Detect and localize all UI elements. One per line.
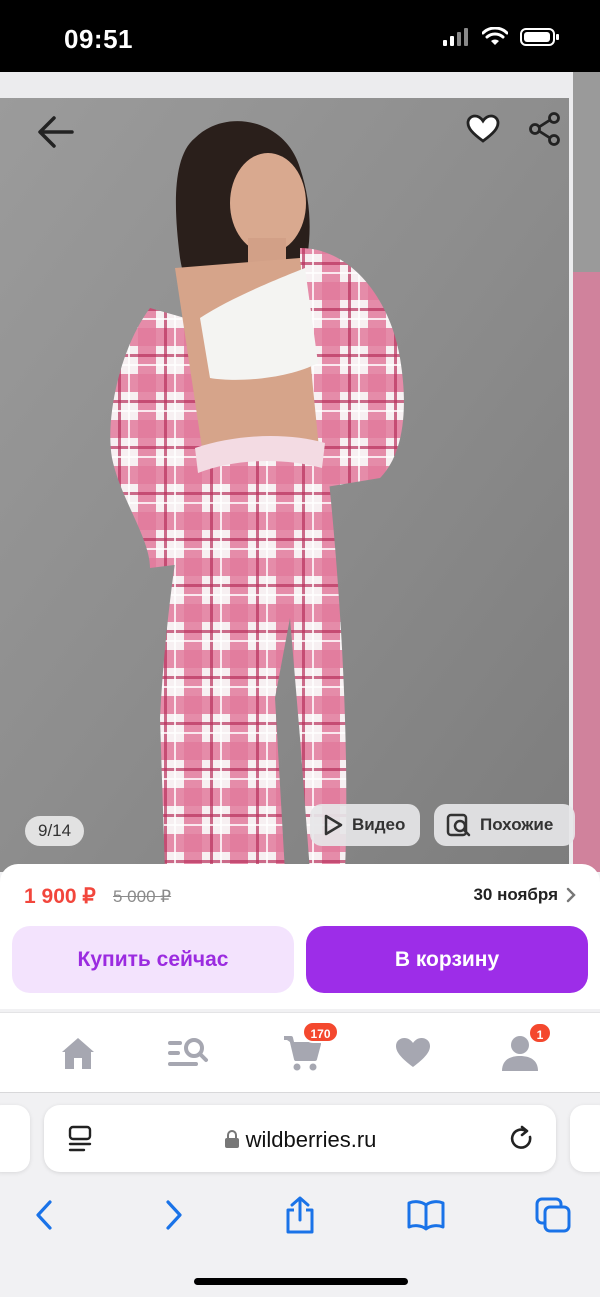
status-time: 09:51 xyxy=(64,24,133,54)
tabs-icon xyxy=(535,1197,571,1233)
product-photo[interactable] xyxy=(0,98,569,872)
photo-counter: 9/14 xyxy=(25,816,85,846)
chevron-left-icon xyxy=(36,1200,52,1230)
home-indicator[interactable] xyxy=(194,1278,408,1285)
purchase-panel: 1 900 ₽ 5 000 ₽ 30 ноября Купить сейчас … xyxy=(0,864,600,1009)
old-price: 5 000 ₽ xyxy=(113,887,172,906)
cart-badge: 170 xyxy=(302,1021,339,1043)
buy-now-button[interactable]: Купить сейчас xyxy=(12,926,294,993)
similar-label: Похожие xyxy=(480,815,554,834)
delivery-date: 30 ноября xyxy=(473,885,558,904)
heart-outline-icon xyxy=(466,114,500,143)
tab-home[interactable] xyxy=(56,1031,100,1075)
share-sheet-button[interactable] xyxy=(278,1193,322,1237)
bookmarks-button[interactable] xyxy=(404,1193,448,1237)
signal-icon xyxy=(443,28,468,46)
share-button[interactable] xyxy=(524,108,566,150)
similar-search-icon xyxy=(446,813,471,837)
status-icons xyxy=(442,27,560,47)
home-icon xyxy=(62,1038,94,1069)
lock-icon xyxy=(224,1130,239,1148)
reload-button[interactable] xyxy=(508,1125,536,1158)
catalog-search-icon xyxy=(168,1038,208,1066)
status-bar: 09:51 xyxy=(0,0,600,72)
tab-catalog[interactable] xyxy=(166,1031,210,1075)
similar-button[interactable]: Похожие xyxy=(434,804,575,846)
delivery-date-link[interactable]: 30 ноября xyxy=(473,885,576,905)
product-photo-illustration xyxy=(0,98,569,872)
arrow-left-icon xyxy=(38,116,74,148)
chevron-right-icon xyxy=(166,1200,182,1230)
favorite-button[interactable] xyxy=(462,108,504,150)
chevron-right-icon xyxy=(566,887,576,903)
next-photo-preview[interactable] xyxy=(573,72,600,872)
current-price: 1 900 ₽ xyxy=(24,885,96,908)
video-button[interactable]: Видео xyxy=(310,804,420,846)
url-field[interactable]: wildberries.ru xyxy=(44,1127,556,1153)
share-icon xyxy=(529,112,560,146)
url-text: wildberries.ru xyxy=(245,1127,377,1152)
book-icon xyxy=(407,1200,445,1231)
tab-favorites[interactable] xyxy=(391,1031,435,1075)
reload-icon xyxy=(510,1125,532,1149)
share-upload-icon xyxy=(286,1196,314,1234)
play-icon xyxy=(324,814,343,836)
browser-forward-button[interactable] xyxy=(152,1193,196,1237)
product-gallery[interactable]: 9/14 Видео Похожие xyxy=(0,72,600,872)
add-to-cart-button[interactable]: В корзину xyxy=(306,926,588,993)
browser-back-button[interactable] xyxy=(22,1193,66,1237)
battery-icon xyxy=(520,28,559,46)
heart-icon xyxy=(396,1038,430,1067)
video-label: Видео xyxy=(352,815,406,834)
address-bar[interactable]: wildberries.ru xyxy=(44,1105,556,1172)
profile-badge: 1 xyxy=(528,1022,552,1044)
app-tab-bar: 170 1 xyxy=(0,1012,600,1092)
back-button[interactable] xyxy=(32,108,80,156)
next-tab-preview[interactable] xyxy=(570,1105,600,1172)
browser-toolbar: wildberries.ru xyxy=(0,1092,600,1297)
tabs-button[interactable] xyxy=(532,1193,576,1237)
previous-tab-preview[interactable] xyxy=(0,1105,30,1172)
wifi-icon xyxy=(482,27,508,45)
